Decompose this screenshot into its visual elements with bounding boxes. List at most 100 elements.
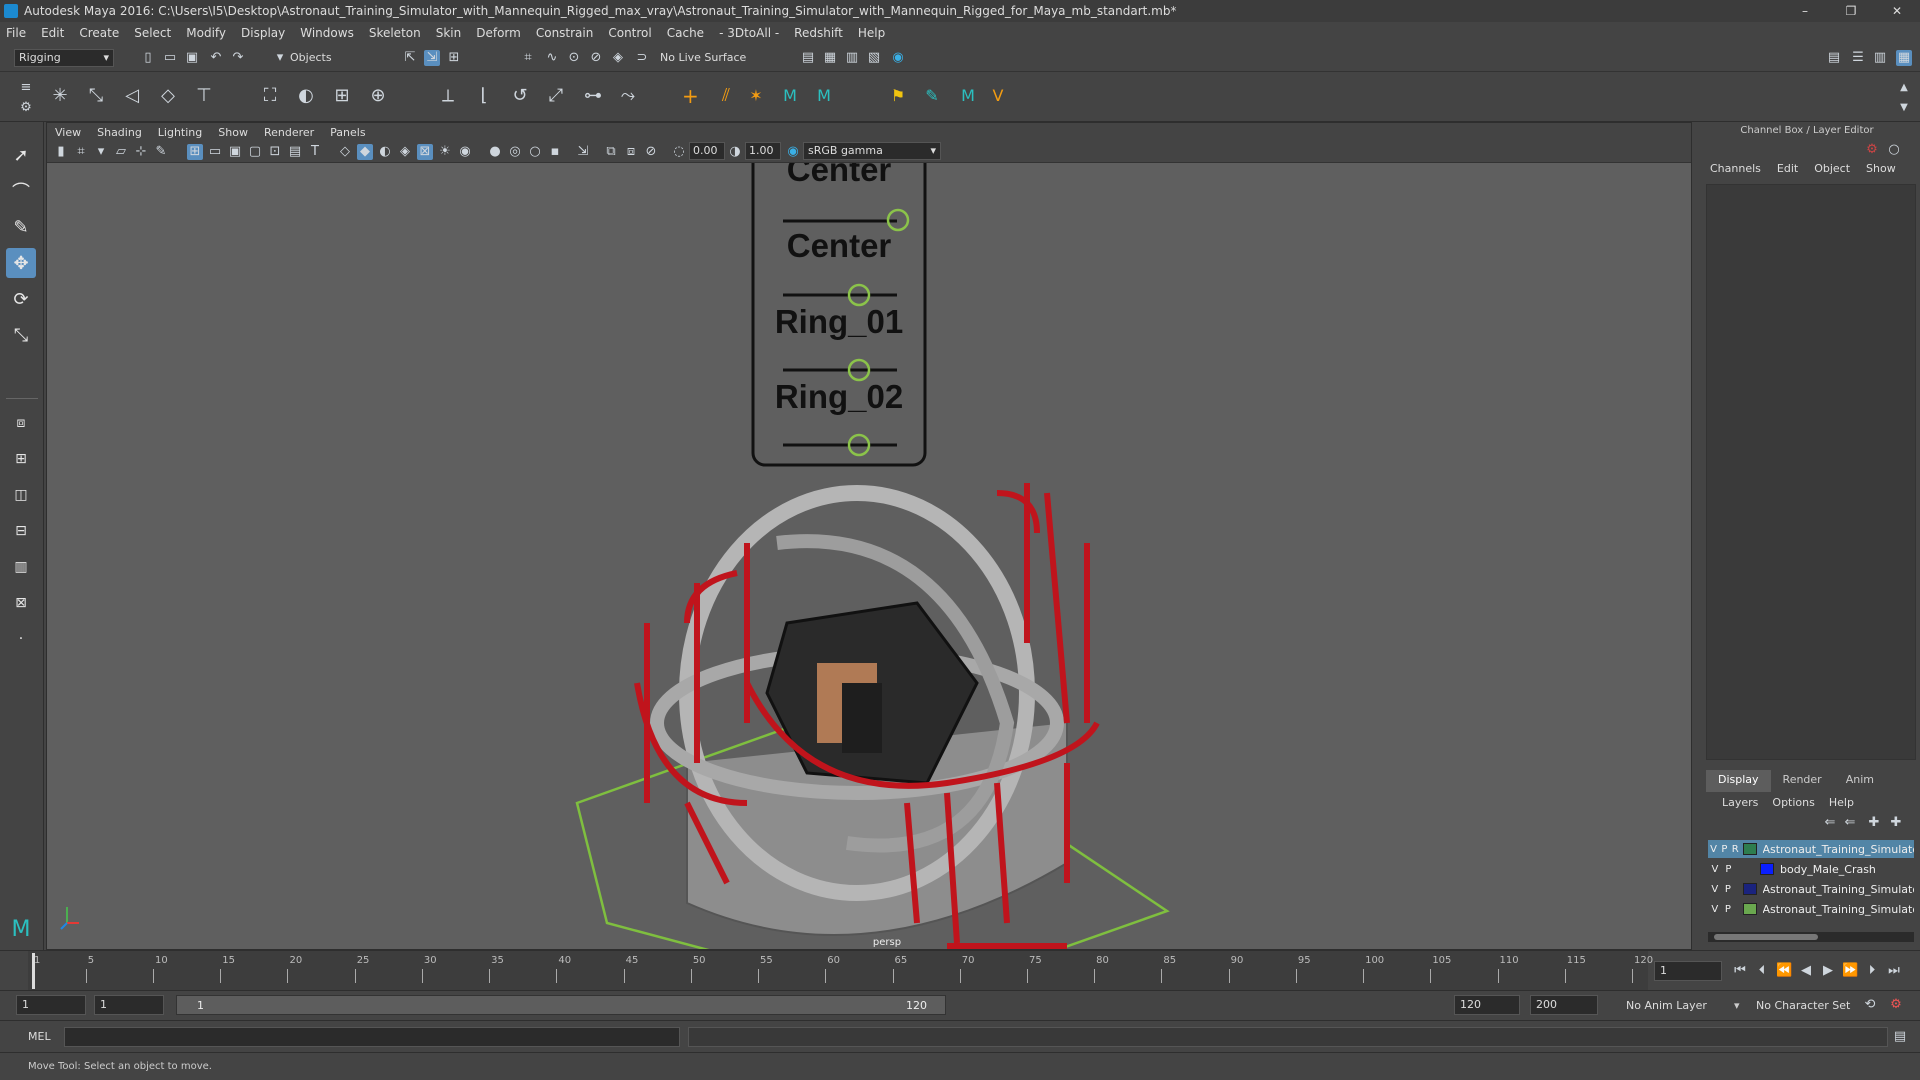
3d-scene[interactable]: Center Center Ring_01 Ring_02 persp [47, 141, 1691, 1005]
menu-3dtoall[interactable]: - 3DtoAll - [719, 26, 779, 40]
maximize-button[interactable]: ❐ [1828, 0, 1874, 22]
menu-set-dropdown[interactable]: Rigging ▾ [14, 49, 114, 67]
step-forward-frame-icon[interactable]: ⏵ [1864, 963, 1880, 979]
step-forward-key-icon[interactable]: ⏩ [1842, 963, 1858, 979]
channel-box-toggle-icon[interactable]: ▦ [1896, 50, 1912, 66]
selection-mode-icon[interactable]: ▾ [272, 50, 288, 66]
menu-skeleton[interactable]: Skeleton [369, 26, 421, 40]
undo-icon[interactable]: ↶ [208, 50, 224, 66]
gate-mask-icon[interactable]: ▢ [247, 144, 263, 160]
cb-menu-object[interactable]: Object [1814, 162, 1850, 182]
shadows-icon[interactable]: ☀ [437, 144, 453, 160]
grid-toggle-icon[interactable]: ⊞ [187, 144, 203, 160]
layer-color-swatch[interactable] [1760, 863, 1774, 875]
skin-paint-icon[interactable]: ✎ [924, 88, 940, 104]
cb-menu-channels[interactable]: Channels [1710, 162, 1761, 182]
layer-row[interactable]: VP Astronaut_Training_Simulato [1708, 880, 1914, 898]
menu-deform[interactable]: Deform [476, 26, 521, 40]
film-gate-icon[interactable]: ▭ [207, 144, 223, 160]
hypershade-icon[interactable]: ◉ [890, 50, 906, 66]
animation-prefs-icon[interactable]: ⚙ [1888, 997, 1904, 1013]
tool-settings-icon[interactable]: ▥ [1872, 50, 1888, 66]
attribute-editor-icon[interactable]: ☰ [1850, 50, 1866, 66]
move-tool-icon[interactable]: ✥ [6, 248, 36, 278]
range-slider[interactable]: 1 120 [176, 995, 946, 1015]
menu-constrain[interactable]: Constrain [536, 26, 594, 40]
step-back-frame-icon[interactable]: ⏴ [1754, 963, 1770, 979]
menu-help[interactable]: Help [858, 26, 885, 40]
scale-tool-icon[interactable]: ⤡ [6, 320, 36, 350]
xray-components-icon[interactable]: ⧈ [623, 144, 639, 160]
snap-point-icon[interactable]: ⊙ [566, 50, 582, 66]
xray-joints-icon[interactable]: ⧉ [603, 144, 619, 160]
chevron-down-icon[interactable]: ▾ [1734, 999, 1740, 1012]
menu-edit[interactable]: Edit [41, 26, 64, 40]
paint-weights-icon[interactable]: ◐ [298, 87, 314, 105]
channel-box-toggle-icon[interactable]: ○ [1886, 142, 1902, 158]
menu-file[interactable]: File [6, 26, 26, 40]
view-transform-dropdown[interactable]: sRGB gamma ▾ [803, 142, 941, 160]
bookmark-icon[interactable]: ▾ [93, 144, 109, 160]
cb-menu-show[interactable]: Show [1866, 162, 1896, 182]
current-time-marker[interactable] [32, 953, 35, 989]
selection-mode-label[interactable]: Objects [290, 51, 332, 64]
menu-control[interactable]: Control [608, 26, 651, 40]
layer-playback[interactable]: P [1725, 864, 1731, 875]
new-layer-selected-icon[interactable]: ✚ [1888, 815, 1904, 831]
deformer-icon[interactable]: V [990, 88, 1006, 104]
layer-visibility[interactable]: V [1711, 904, 1718, 915]
layer-playback[interactable]: P [1721, 844, 1727, 855]
render-frame-icon[interactable]: ▦ [822, 50, 838, 66]
script-language-toggle[interactable]: MEL [28, 1030, 51, 1043]
menu-windows[interactable]: Windows [300, 26, 354, 40]
mash-icon[interactable]: M [782, 88, 798, 104]
key-selected-icon[interactable]: ✶ [748, 88, 764, 104]
constraint-point-icon[interactable]: ⟂ [440, 87, 456, 105]
modeling-toolkit-icon[interactable]: ▤ [1826, 50, 1842, 66]
snap-grid-icon[interactable]: ⌗ [520, 50, 536, 66]
constraint-pole-icon[interactable]: ⤳ [620, 87, 636, 105]
camera-icon[interactable]: ▮ [53, 144, 69, 160]
layer-row[interactable]: VP Astronaut_Training_Simulato [1708, 900, 1914, 918]
layer-playback[interactable]: P [1725, 884, 1731, 895]
menu-modify[interactable]: Modify [186, 26, 226, 40]
move-layer-up-icon[interactable]: ⇐ [1822, 815, 1838, 831]
insert-joint-icon[interactable]: ◇ [160, 87, 176, 105]
menu-skin[interactable]: Skin [436, 26, 462, 40]
set-key-icon[interactable]: ⫽ [718, 87, 734, 105]
channel-box-area[interactable] [1706, 184, 1916, 760]
select-hierarchy-icon[interactable]: ⇱ [402, 50, 418, 66]
play-forwards-icon[interactable]: ▶ [1820, 963, 1836, 979]
layer-color-swatch[interactable] [1742, 883, 1757, 895]
end-time-field[interactable]: 200 [1530, 995, 1598, 1015]
safe-title-icon[interactable]: T [307, 144, 323, 160]
mash-network-icon[interactable]: M [816, 88, 832, 104]
layer-visibility[interactable]: V [1710, 844, 1717, 855]
shelf-settings-icon[interactable]: ⚙ [18, 100, 34, 116]
exposure-icon[interactable]: ◌ [671, 144, 687, 160]
joint-tool-icon[interactable]: ✳ [52, 87, 68, 105]
ik-spline-icon[interactable]: ◁ [124, 87, 140, 105]
smooth-shade-icon[interactable]: ◆ [357, 144, 373, 160]
cluster-icon[interactable]: ⊕ [370, 87, 386, 105]
field-chart-icon[interactable]: ⊡ [267, 144, 283, 160]
menu-display[interactable]: Display [241, 26, 285, 40]
constraint-orient-icon[interactable]: ↺ [512, 87, 528, 105]
layer-reference[interactable]: R [1732, 844, 1739, 855]
select-tool-icon[interactable]: ➚ [6, 140, 36, 170]
shelf-scroll-down-icon[interactable]: ▼ [1896, 100, 1912, 116]
close-button[interactable]: ✕ [1874, 0, 1920, 22]
le-menu-options[interactable]: Options [1772, 796, 1814, 809]
grease-pencil-icon[interactable]: ✎ [153, 144, 169, 160]
mash-tool-icon[interactable]: M [960, 88, 976, 104]
snap-surface-icon[interactable]: ◈ [610, 50, 626, 66]
lattice-icon[interactable]: ⊞ [334, 87, 350, 105]
script-editor-icon[interactable]: ▤ [1892, 1029, 1908, 1045]
step-back-key-icon[interactable]: ⏪ [1776, 963, 1792, 979]
shelf-scroll-up-icon[interactable]: ▲ [1896, 80, 1912, 96]
layer-row[interactable]: VP body_Male_Crash [1708, 860, 1914, 878]
panel-menu-show[interactable]: Show [218, 126, 248, 139]
go-to-start-icon[interactable]: ⏮ [1732, 963, 1748, 979]
layer-visibility[interactable]: V [1711, 884, 1718, 895]
start-time-field[interactable]: 1 [16, 995, 86, 1015]
